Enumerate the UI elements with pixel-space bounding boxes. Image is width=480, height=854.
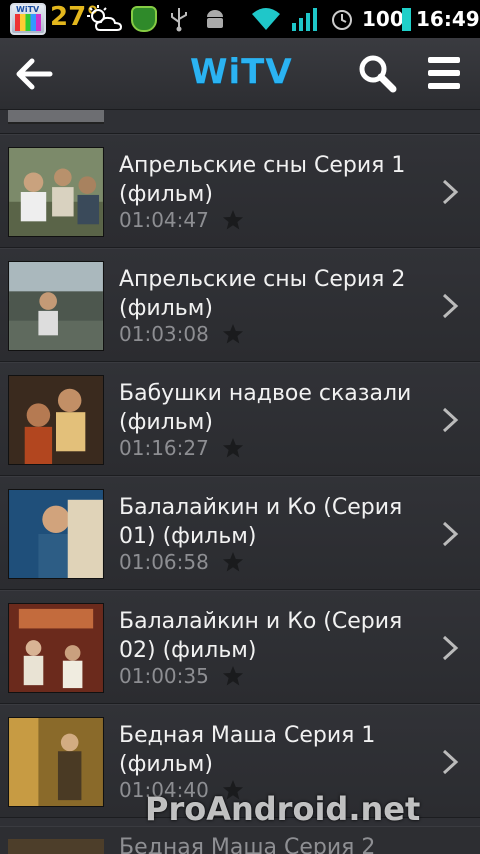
chevron-right-icon xyxy=(442,749,459,775)
chevron-right-icon xyxy=(442,293,459,319)
video-duration: 01:00:35 xyxy=(119,664,209,688)
video-title: Балалайкин и Ко (Серия 01) (фильм) xyxy=(119,495,403,549)
list-item[interactable]: Балалайкин и Ко (Серия 01) (фильм) 01:06… xyxy=(0,476,480,590)
video-thumbnail xyxy=(8,489,104,579)
favorite-star-icon[interactable] xyxy=(222,665,244,687)
video-list[interactable]: Апрельские сны Серия 1 (фильм) 01:04:47 … xyxy=(0,110,480,854)
status-bar: WiTV 27° 100 16:49 xyxy=(0,0,480,38)
video-title: Апрельские сны Серия 1 (фильм) xyxy=(119,153,406,207)
signal-icon xyxy=(292,8,317,31)
favorite-star-icon[interactable] xyxy=(222,551,244,573)
wifi-icon xyxy=(252,8,280,30)
video-thumbnail xyxy=(8,839,104,854)
back-arrow-icon[interactable] xyxy=(12,52,56,96)
video-thumbnail xyxy=(8,717,104,807)
list-item-partial-top[interactable] xyxy=(0,110,480,134)
watermark: ProAndroid.net xyxy=(145,790,421,828)
video-thumbnail xyxy=(8,603,104,693)
favorite-star-icon[interactable] xyxy=(222,323,244,345)
android-debug-icon xyxy=(207,10,223,28)
favorite-star-icon[interactable] xyxy=(222,437,244,459)
list-item[interactable]: Балалайкин и Ко (Серия 02) (фильм) 01:00… xyxy=(0,590,480,704)
battery-level: 100 xyxy=(362,7,404,31)
video-title: Бабушки надвое сказали (фильм) xyxy=(119,381,412,435)
action-bar: WiTV xyxy=(0,38,480,110)
alarm-icon xyxy=(332,10,352,30)
weather-icon xyxy=(87,5,123,31)
video-thumbnail xyxy=(8,147,104,237)
chevron-right-icon xyxy=(442,407,459,433)
antivirus-shield-icon xyxy=(131,6,157,32)
witv-app-icon: WiTV xyxy=(10,3,46,35)
clock: 16:49 xyxy=(416,7,480,31)
list-item[interactable]: Бабушки надвое сказали (фильм) 01:16:27 xyxy=(0,362,480,476)
video-duration: 01:04:47 xyxy=(119,208,209,232)
menu-icon[interactable] xyxy=(426,55,462,91)
list-item-partial-bottom[interactable]: Бедная Маша Серия 2 xyxy=(0,826,480,854)
search-icon[interactable] xyxy=(356,52,398,94)
video-title: Бедная Маша Серия 2 xyxy=(119,835,376,854)
video-title: Апрельские сны Серия 2 (фильм) xyxy=(119,267,406,321)
app-label: WiTV xyxy=(16,5,40,14)
video-thumbnail xyxy=(8,261,104,351)
video-thumbnail xyxy=(8,110,104,124)
chevron-right-icon xyxy=(442,521,459,547)
video-title: Балалайкин и Ко (Серия 02) (фильм) xyxy=(119,609,403,663)
chevron-right-icon xyxy=(442,635,459,661)
app-logo: WiTV xyxy=(190,52,293,92)
battery-icon xyxy=(402,8,411,31)
chevron-right-icon xyxy=(442,179,459,205)
video-duration: 01:16:27 xyxy=(119,436,209,460)
video-title: Бедная Маша Серия 1 (фильм) xyxy=(119,723,376,777)
favorite-star-icon[interactable] xyxy=(222,209,244,231)
video-thumbnail xyxy=(8,375,104,465)
list-item[interactable]: Апрельские сны Серия 2 (фильм) 01:03:08 xyxy=(0,248,480,362)
video-duration: 01:03:08 xyxy=(119,322,209,346)
list-item[interactable]: Апрельские сны Серия 1 (фильм) 01:04:47 xyxy=(0,134,480,248)
usb-icon xyxy=(171,8,187,32)
video-duration: 01:06:58 xyxy=(119,550,209,574)
